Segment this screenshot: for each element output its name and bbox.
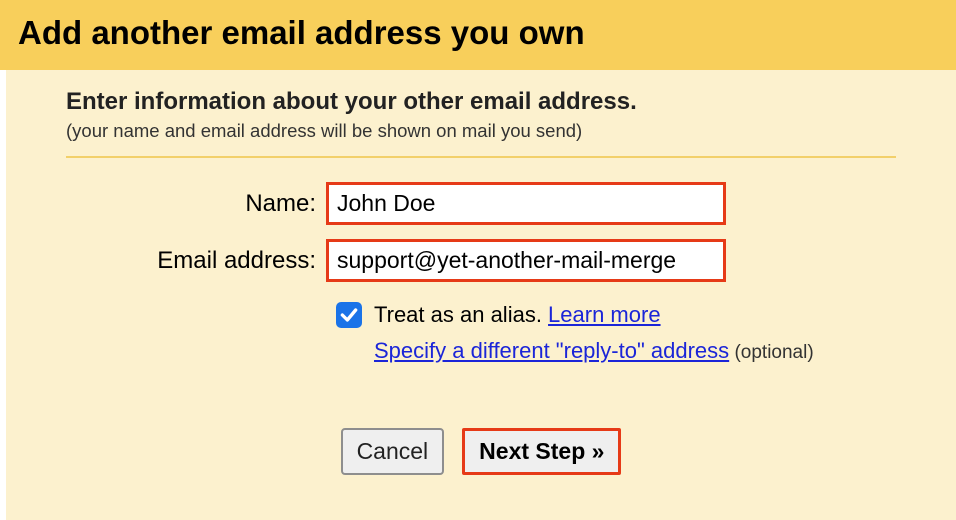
- alias-text: Treat as an alias.: [374, 302, 548, 327]
- divider: [66, 156, 896, 158]
- name-input[interactable]: [326, 182, 726, 225]
- dialog-body: Enter information about your other email…: [6, 70, 956, 520]
- button-row: Cancel Next Step »: [66, 428, 896, 475]
- reply-to-row: Specify a different "reply-to" address (…: [374, 338, 896, 364]
- reply-to-link[interactable]: Specify a different "reply-to" address: [374, 338, 729, 363]
- email-input[interactable]: [326, 239, 726, 282]
- cancel-button[interactable]: Cancel: [341, 428, 445, 475]
- section-heading: Enter information about your other email…: [66, 88, 896, 116]
- email-label: Email address:: [66, 247, 326, 275]
- check-icon: [339, 305, 359, 325]
- email-row: Email address:: [66, 239, 896, 282]
- alias-row: Treat as an alias. Learn more: [336, 302, 896, 328]
- next-step-button[interactable]: Next Step »: [462, 428, 621, 475]
- learn-more-link[interactable]: Learn more: [548, 302, 661, 327]
- dialog-title: Add another email address you own: [18, 14, 938, 52]
- optional-text: (optional): [729, 342, 814, 363]
- dialog-header: Add another email address you own: [0, 0, 956, 70]
- alias-checkbox[interactable]: [336, 302, 362, 328]
- name-label: Name:: [66, 190, 326, 218]
- section-subnote: (your name and email address will be sho…: [66, 120, 896, 142]
- name-row: Name:: [66, 182, 896, 225]
